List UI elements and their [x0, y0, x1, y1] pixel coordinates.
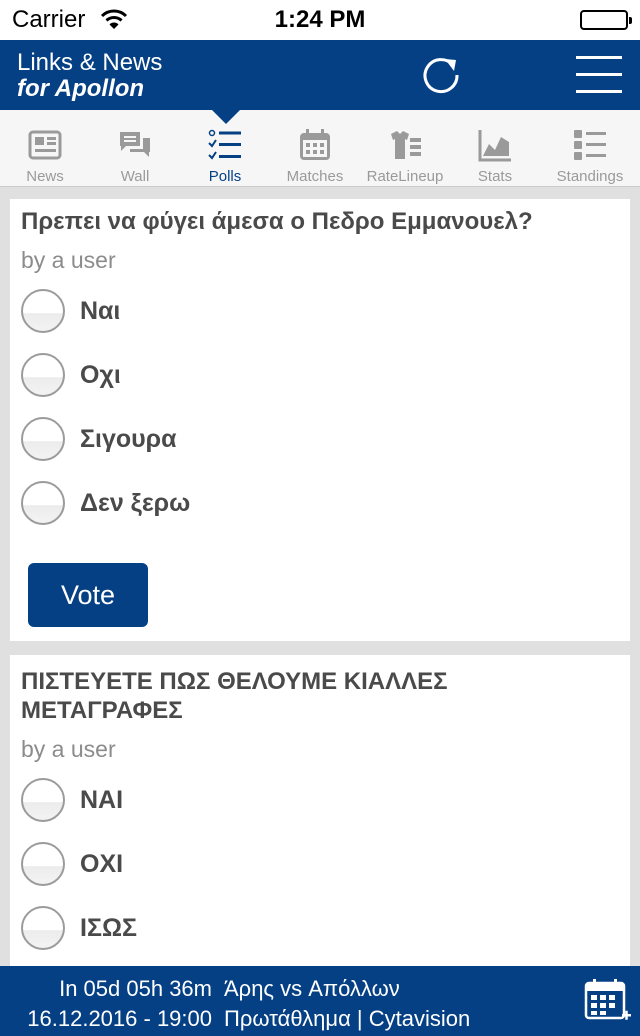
radio-button[interactable]: [21, 417, 65, 461]
area-chart-icon: [478, 128, 512, 162]
match-date: 16.12.2016 - 19:00: [27, 1006, 212, 1031]
tab-stats[interactable]: Stats: [450, 110, 540, 187]
numbered-list-icon: [573, 128, 607, 162]
tab-label: Stats: [477, 168, 513, 185]
newspaper-icon: [28, 128, 62, 162]
poll-author: by a user: [21, 736, 116, 762]
app-header: Links & News for Apollon: [0, 40, 640, 110]
tab-bar: News Wall Polls Matches RateLineup Stats: [0, 110, 640, 187]
chat-bubbles-icon: [118, 128, 152, 162]
radio-button[interactable]: [21, 778, 65, 822]
tab-wall[interactable]: Wall: [90, 110, 180, 187]
refresh-icon[interactable]: [420, 54, 462, 96]
radio-button[interactable]: [21, 842, 65, 886]
match-countdown: In 05d 05h 36m: [59, 976, 212, 1001]
poll-question: Πρεπει να φύγει άμεσα ο Πεδρο Εμμανουελ?: [21, 208, 533, 235]
poll-option[interactable]: Οχι: [21, 351, 421, 399]
match-info: Πρωτάθλημα | Cytavision: [224, 1006, 471, 1031]
calendar-icon: [298, 128, 332, 162]
jersey-list-icon: [388, 128, 422, 162]
poll-option-label: ΙΣΩΣ: [80, 914, 137, 942]
poll-question-line2: ΜΕΤΑΓΡΑΦΕΣ: [21, 697, 183, 724]
poll-option[interactable]: Ναι: [21, 287, 421, 335]
tab-label: Standings: [556, 168, 624, 185]
radio-button[interactable]: [21, 906, 65, 950]
poll-option-label: Οχι: [80, 361, 121, 389]
poll-option[interactable]: ΙΣΩΣ: [21, 904, 421, 952]
tab-label: Wall: [120, 168, 150, 185]
poll-option-label: Δεν ξερω: [80, 489, 191, 517]
poll-author: by a user: [21, 247, 116, 273]
radio-button[interactable]: [21, 481, 65, 525]
tab-label: RateLineup: [366, 168, 444, 185]
poll-option-label: Σιγουρα: [80, 425, 177, 453]
add-calendar-icon[interactable]: [584, 978, 632, 1026]
poll-card: ΠΙΣΤΕΥΕΤΕ ΠΩΣ ΘΕΛΟΥΜΕ ΚΙΑΛΛΕΣ ΜΕΤΑΓΡΑΦΕΣ…: [10, 655, 630, 966]
app-title-line1: Links & News: [17, 49, 163, 76]
active-tab-pointer: [212, 110, 240, 124]
tab-ratelineup[interactable]: RateLineup: [360, 110, 450, 187]
clock-time: 1:24 PM: [274, 6, 366, 33]
poll-option-label: Ναι: [80, 297, 121, 325]
radio-button[interactable]: [21, 289, 65, 333]
checklist-icon: [208, 128, 242, 162]
tab-matches[interactable]: Matches: [270, 110, 360, 187]
poll-card: Πρεπει να φύγει άμεσα ο Πεδρο Εμμανουελ?…: [10, 199, 630, 641]
tab-news[interactable]: News: [0, 110, 90, 187]
tab-label: Matches: [286, 168, 344, 185]
tab-standings[interactable]: Standings: [540, 110, 640, 187]
poll-option[interactable]: ΝΑΙ: [21, 776, 421, 824]
app-title-line2: for Apollon: [17, 75, 145, 102]
radio-button[interactable]: [21, 353, 65, 397]
next-match-bar[interactable]: In 05d 05h 36m Άρης vs Απόλλων 16.12.201…: [0, 966, 640, 1036]
battery-icon: [580, 10, 632, 30]
poll-option[interactable]: Δεν ξερω: [21, 479, 421, 527]
poll-option-label: ΟΧΙ: [80, 850, 124, 878]
status-bar: Carrier 1:24 PM: [0, 0, 640, 40]
tab-label: News: [26, 168, 64, 185]
poll-option[interactable]: ΟΧΙ: [21, 840, 421, 888]
poll-option[interactable]: Σιγουρα: [21, 415, 421, 463]
poll-option-label: ΝΑΙ: [80, 786, 124, 814]
match-teams: Άρης vs Απόλλων: [224, 976, 400, 1001]
vote-button[interactable]: Vote: [28, 563, 148, 627]
poll-question-line1: ΠΙΣΤΕΥΕΤΕ ΠΩΣ ΘΕΛΟΥΜΕ ΚΙΑΛΛΕΣ: [21, 668, 448, 695]
tab-label: Polls: [208, 168, 242, 185]
hamburger-menu-icon[interactable]: [576, 56, 622, 94]
